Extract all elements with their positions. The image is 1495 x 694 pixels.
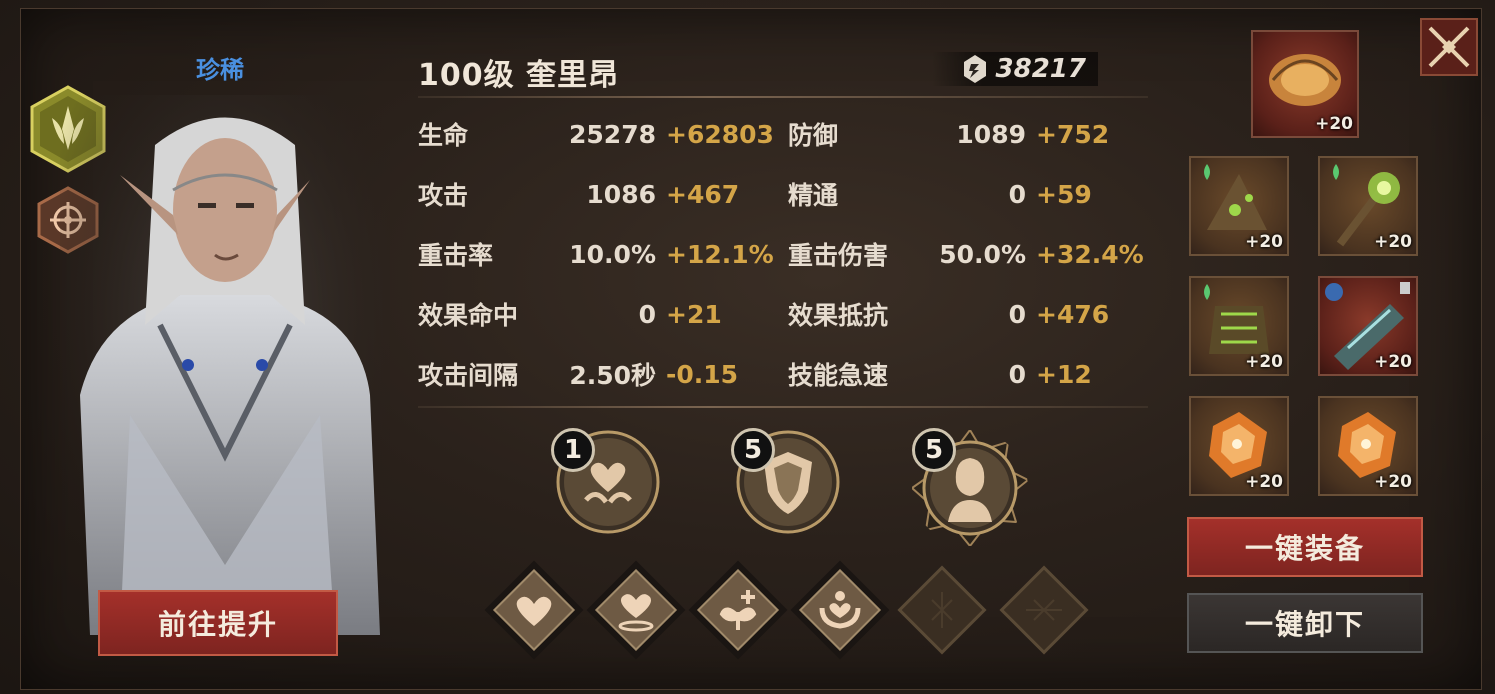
equip-slot-hat[interactable]: +20	[1189, 156, 1289, 256]
talent-slot[interactable]	[688, 560, 788, 660]
equip-level: +20	[1245, 232, 1283, 252]
equip-slot-gem-right[interactable]: +20	[1318, 396, 1418, 496]
skill-level-badge: 1	[551, 428, 595, 472]
equip-level: +20	[1374, 472, 1412, 492]
stat-base: 1089	[956, 119, 1026, 149]
stat-base: 0	[1008, 359, 1026, 389]
equip-level: +20	[1374, 352, 1412, 372]
combat-power: 38217	[931, 52, 1098, 86]
stat-label: 攻击间隔	[418, 361, 519, 390]
stat-base: 0	[1008, 179, 1026, 209]
stat-row: 重击伤害 50.0% +32.4%	[788, 234, 1148, 274]
stat-bonus: +12	[1036, 359, 1092, 389]
stat-base: 50.0%	[939, 239, 1026, 269]
stat-base: 10.0%	[569, 239, 656, 269]
stat-base: 0	[638, 299, 656, 329]
equip-slot-amulet[interactable]: +20	[1251, 30, 1359, 138]
equip-level: +20	[1374, 232, 1412, 252]
stats-divider	[418, 406, 1148, 408]
hero-portrait	[60, 95, 390, 635]
equip-level: +20	[1315, 114, 1353, 134]
stat-row: 精通 0 +59	[788, 174, 1148, 214]
stat-label: 重击伤害	[788, 241, 889, 270]
stat-bonus: +21	[666, 299, 722, 329]
skill-level-badge: 5	[912, 428, 956, 472]
stat-label: 攻击	[418, 181, 469, 210]
equip-level: +20	[1245, 472, 1283, 492]
upgrade-button[interactable]: 前往提升	[98, 590, 338, 656]
stat-bonus: -0.15	[666, 359, 739, 389]
stat-label: 效果命中	[418, 301, 519, 330]
hero-level-name: 100级 奎里昂	[418, 58, 620, 93]
stat-row: 攻击间隔 2.50秒 -0.15	[418, 354, 778, 394]
stat-bonus: +476	[1036, 299, 1110, 329]
stat-row: 效果抵抗 0 +476	[788, 294, 1148, 334]
equip-slot-staff[interactable]: +20	[1318, 156, 1418, 256]
stat-label: 精通	[788, 181, 839, 210]
equip-slot-gem-left[interactable]: +20	[1189, 396, 1289, 496]
talent-slot-locked[interactable]	[892, 560, 992, 660]
equip-level: +20	[1245, 352, 1283, 372]
stat-bonus: +62803	[666, 119, 774, 149]
stat-label: 生命	[418, 121, 469, 150]
rarity-label: 珍稀	[196, 56, 244, 84]
stat-base: 1086	[586, 179, 656, 209]
stat-bonus: +12.1%	[666, 239, 774, 269]
stat-base: 2.50秒	[569, 361, 656, 390]
stat-label: 效果抵抗	[788, 301, 889, 330]
stat-row: 技能急速 0 +12	[788, 354, 1148, 394]
stat-label: 技能急速	[788, 361, 889, 390]
equip-slot-armor[interactable]: +20	[1189, 276, 1289, 376]
stat-row: 重击率 10.0% +12.1%	[418, 234, 778, 274]
stat-row: 攻击 1086 +467	[418, 174, 778, 214]
elf-portrait-icon	[955, 458, 985, 496]
talent-slot[interactable]	[790, 560, 890, 660]
stat-base: 0	[1008, 299, 1026, 329]
talent-slot[interactable]	[586, 560, 686, 660]
stat-base: 25278	[569, 119, 656, 149]
stat-row: 效果命中 0 +21	[418, 294, 778, 334]
title-divider	[418, 96, 1148, 98]
stat-bonus: +467	[666, 179, 740, 209]
equip-slot-bracer[interactable]: +20	[1318, 276, 1418, 376]
talent-slot[interactable]	[484, 560, 584, 660]
close-icon[interactable]	[1420, 18, 1478, 76]
hero-detail-panel: 珍稀 100级 奎里昂 38217 生命 25278 +62803 防御 108…	[0, 0, 1495, 694]
talent-slot-locked[interactable]	[994, 560, 1094, 660]
stat-bonus: +59	[1036, 179, 1092, 209]
stat-row: 生命 25278 +62803	[418, 114, 778, 154]
unequip-all-button[interactable]: 一键卸下	[1187, 593, 1423, 653]
stat-row: 防御 1089 +752	[788, 114, 1148, 154]
equip-all-button[interactable]: 一键装备	[1187, 517, 1423, 577]
combat-power-icon	[963, 55, 986, 83]
stat-label: 防御	[788, 121, 839, 150]
title-row: 100级 奎里昂 38217	[418, 50, 1148, 94]
combat-power-value: 38217	[995, 54, 1086, 84]
stat-label: 重击率	[418, 241, 494, 270]
stat-bonus: +32.4%	[1036, 239, 1144, 269]
skill-level-badge: 5	[731, 428, 775, 472]
stat-bonus: +752	[1036, 119, 1110, 149]
